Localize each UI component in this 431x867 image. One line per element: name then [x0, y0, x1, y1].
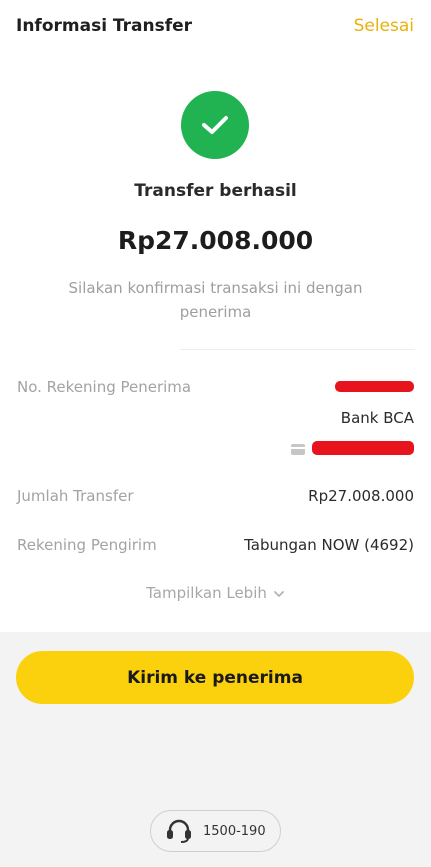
source-account-label: Rekening Pengirim: [17, 536, 157, 554]
transfer-amount: Rp27.008.000: [117, 226, 314, 255]
redacted-account-number: [312, 441, 414, 455]
source-account-value: Tabungan NOW (4692): [244, 536, 414, 554]
transfer-info-panel: Informasi Transfer Selesai Transfer berh…: [0, 0, 431, 632]
card-icon: [291, 444, 305, 455]
call-center-button[interactable]: 1500-190: [150, 810, 281, 852]
success-check-icon: [181, 91, 249, 159]
check-icon: [202, 116, 228, 134]
transfer-amount-value: Rp27.008.000: [308, 487, 414, 505]
chevron-down-icon: [273, 590, 284, 597]
show-more-button[interactable]: Tampilkan Lebih: [0, 584, 431, 602]
divider: [180, 349, 415, 350]
page-title: Informasi Transfer: [16, 16, 193, 36]
recipient-account-label: No. Rekening Penerima: [17, 378, 192, 396]
show-more-label: Tampilkan Lebih: [146, 584, 267, 602]
done-button[interactable]: Selesai: [354, 16, 414, 36]
call-center-number: 1500-190: [203, 823, 266, 839]
recipient-bank: Bank BCA: [340, 409, 414, 427]
transfer-status: Transfer berhasil: [134, 181, 297, 201]
transfer-amount-label: Jumlah Transfer: [17, 487, 134, 505]
redacted-recipient-name: [335, 381, 414, 392]
headset-icon: [167, 819, 191, 843]
confirmation-hint: Silakan konfirmasi transaksi ini dengan …: [68, 279, 363, 321]
send-to-recipient-button[interactable]: Kirim ke penerima: [16, 651, 414, 704]
